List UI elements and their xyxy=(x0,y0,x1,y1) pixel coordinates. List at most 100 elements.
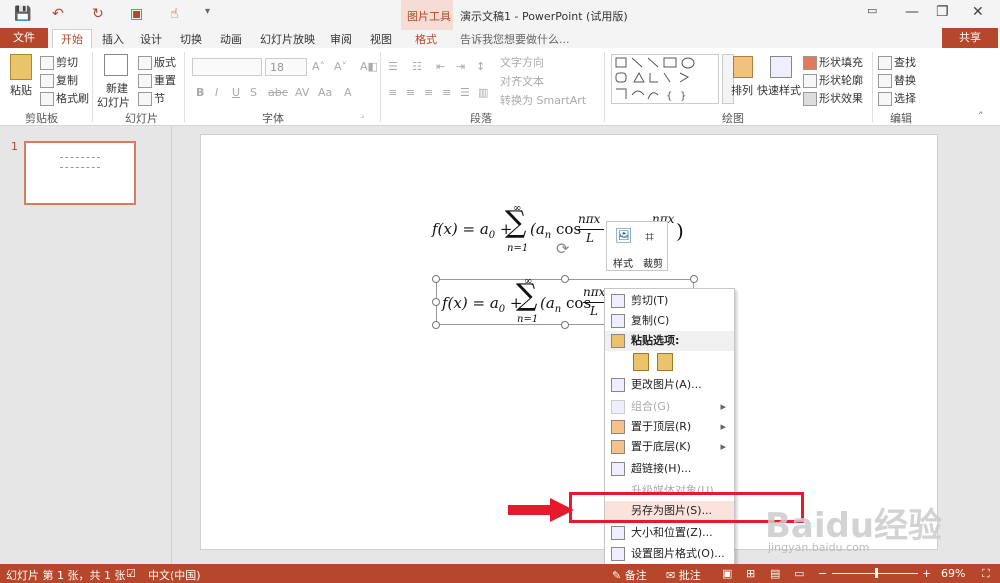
undo-icon[interactable]: ↶ xyxy=(52,6,64,22)
minimize-button[interactable]: — xyxy=(905,4,919,20)
layout-button[interactable]: 版式 xyxy=(138,54,176,70)
tab-insert[interactable]: 插入 xyxy=(102,31,124,47)
quick-styles-icon[interactable] xyxy=(770,56,792,78)
slide-canvas[interactable] xyxy=(200,134,938,550)
section-button[interactable]: 节 xyxy=(138,90,165,106)
align-center-icon[interactable]: ≡ xyxy=(406,86,415,99)
crop-icon[interactable]: ⌗ xyxy=(645,227,654,247)
find-button[interactable]: 查找 xyxy=(878,54,916,70)
formula-top[interactable]: f(x) = a0 + xyxy=(432,220,513,241)
style-button[interactable]: 样式 xyxy=(613,255,633,270)
save-icon[interactable]: 💾 xyxy=(14,6,31,22)
menu-item-hyperlink[interactable]: 超链接(H)... xyxy=(605,459,734,479)
font-color-icon[interactable]: A xyxy=(344,86,352,99)
font-dialog-launcher-icon[interactable]: ⌟ xyxy=(360,110,364,120)
tell-me-box[interactable]: 告诉我您想要做什么... xyxy=(460,31,570,47)
clear-formatting-icon[interactable]: A◧ xyxy=(360,60,378,73)
distributed-icon[interactable]: ☰ xyxy=(460,86,470,99)
new-slide-icon[interactable] xyxy=(104,54,128,76)
bullets-icon[interactable]: ☰ xyxy=(388,60,398,73)
line-spacing-icon[interactable]: ↕ xyxy=(476,60,485,73)
zoom-level[interactable]: 69% xyxy=(941,567,965,580)
menu-item-change-picture[interactable]: 更改图片(A)... xyxy=(605,375,734,395)
redo-icon[interactable]: ↻ xyxy=(92,6,104,22)
increase-indent-icon[interactable]: ⇥ xyxy=(456,60,465,73)
rotate-handle-icon[interactable]: ⟳ xyxy=(556,239,569,258)
tab-view[interactable]: 视图 xyxy=(370,31,392,47)
menu-item-cut[interactable]: 剪切(T) xyxy=(605,291,734,311)
copy-button[interactable]: 复制 xyxy=(40,72,78,88)
format-painter-button[interactable]: 格式刷 xyxy=(40,90,89,106)
customize-qat-icon[interactable]: ▾ xyxy=(205,6,210,17)
arrange-button[interactable]: 排列 xyxy=(731,82,753,98)
quick-styles-button[interactable]: 快速样式 xyxy=(757,82,801,98)
resize-handle[interactable] xyxy=(432,321,440,329)
crop-button[interactable]: 裁剪 xyxy=(643,255,663,270)
menu-item-format-picture[interactable]: 设置图片格式(O)... xyxy=(605,544,734,564)
collapse-ribbon-icon[interactable]: ˄ xyxy=(978,110,984,123)
tab-review[interactable]: 审阅 xyxy=(330,31,352,47)
tab-home[interactable]: 开始 xyxy=(52,29,92,50)
tab-animations[interactable]: 动画 xyxy=(220,31,242,47)
normal-view-icon[interactable]: ▣ xyxy=(722,567,732,580)
spellcheck-icon[interactable]: ☑ xyxy=(126,567,136,580)
align-left-icon[interactable]: ≡ xyxy=(388,86,397,99)
numbering-icon[interactable]: ☷ xyxy=(412,60,422,73)
cut-button[interactable]: 剪切 xyxy=(40,54,78,70)
notes-button[interactable]: ✎ 备注 xyxy=(612,567,647,583)
align-right-icon[interactable]: ≡ xyxy=(424,86,433,99)
tab-design[interactable]: 设计 xyxy=(140,31,162,47)
resize-handle[interactable] xyxy=(561,321,569,329)
slideshow-view-icon[interactable]: ▭ xyxy=(794,567,804,580)
decrease-indent-icon[interactable]: ⇤ xyxy=(436,60,445,73)
menu-item-send-to-back[interactable]: 置于底层(K) ▸ xyxy=(605,437,734,457)
bold-icon[interactable]: B xyxy=(196,86,204,99)
text-direction-button[interactable]: 文字方向 xyxy=(500,54,544,70)
shadow-icon[interactable]: S xyxy=(250,86,257,99)
change-case-icon[interactable]: Aa xyxy=(318,86,332,99)
slide-thumbnail[interactable] xyxy=(24,141,136,205)
ribbon-display-options-icon[interactable]: ▭ xyxy=(867,4,877,17)
zoom-out-button[interactable]: − xyxy=(818,567,827,580)
columns-icon[interactable]: ▥ xyxy=(478,86,488,99)
touch-mode-icon[interactable]: ☝ xyxy=(170,6,179,22)
tab-slideshow[interactable]: 幻灯片放映 xyxy=(260,31,315,47)
font-size-combo[interactable]: 18 xyxy=(265,58,307,76)
resize-handle[interactable] xyxy=(432,298,440,306)
italic-icon[interactable]: I xyxy=(215,86,218,99)
select-button[interactable]: 选择 xyxy=(878,90,916,106)
tab-file[interactable]: 文件 xyxy=(0,28,48,48)
justify-icon[interactable]: ≡ xyxy=(442,86,451,99)
shape-effects-button[interactable]: 形状效果 xyxy=(803,90,863,106)
comments-button[interactable]: ✉ 批注 xyxy=(666,567,701,583)
menu-item-bring-to-front[interactable]: 置于顶层(R) ▸ xyxy=(605,417,734,437)
grow-font-icon[interactable]: A˄ xyxy=(312,60,325,73)
shape-fill-button[interactable]: 形状填充 xyxy=(803,54,863,70)
strikethrough-icon[interactable]: abc xyxy=(268,86,288,99)
paste-as-picture-icon[interactable] xyxy=(657,353,673,371)
paste-keep-format-icon[interactable] xyxy=(633,353,649,371)
share-button[interactable]: 共享 xyxy=(942,28,998,48)
char-spacing-icon[interactable]: AV xyxy=(295,86,309,99)
picture-style-icon[interactable]: 🖼 xyxy=(615,228,633,244)
fit-to-window-icon[interactable]: ⛶ xyxy=(982,567,990,581)
slide-sorter-icon[interactable]: ⊞ xyxy=(746,567,755,580)
replace-button[interactable]: 替换 xyxy=(878,72,916,88)
shrink-font-icon[interactable]: A˅ xyxy=(334,60,347,73)
start-from-beginning-icon[interactable]: ▣ xyxy=(130,6,143,22)
shapes-gallery[interactable]: {} xyxy=(611,54,719,104)
paste-button[interactable]: 粘贴 xyxy=(10,82,32,98)
convert-smartart-button[interactable]: 转换为 SmartArt xyxy=(500,92,586,108)
zoom-slider-thumb[interactable] xyxy=(875,568,878,578)
restore-button[interactable]: ❐ xyxy=(936,4,949,20)
close-button[interactable]: ✕ xyxy=(972,4,984,20)
language-indicator[interactable]: 中文(中国) xyxy=(148,567,201,583)
arrange-icon[interactable] xyxy=(733,56,753,78)
resize-handle[interactable] xyxy=(432,275,440,283)
menu-item-size-position[interactable]: 大小和位置(Z)... xyxy=(605,523,734,543)
shape-outline-button[interactable]: 形状轮廓 xyxy=(803,72,863,88)
tab-transitions[interactable]: 切换 xyxy=(180,31,202,47)
font-name-combo[interactable] xyxy=(192,58,262,76)
resize-handle[interactable] xyxy=(690,275,698,283)
align-text-button[interactable]: 对齐文本 xyxy=(500,73,544,89)
